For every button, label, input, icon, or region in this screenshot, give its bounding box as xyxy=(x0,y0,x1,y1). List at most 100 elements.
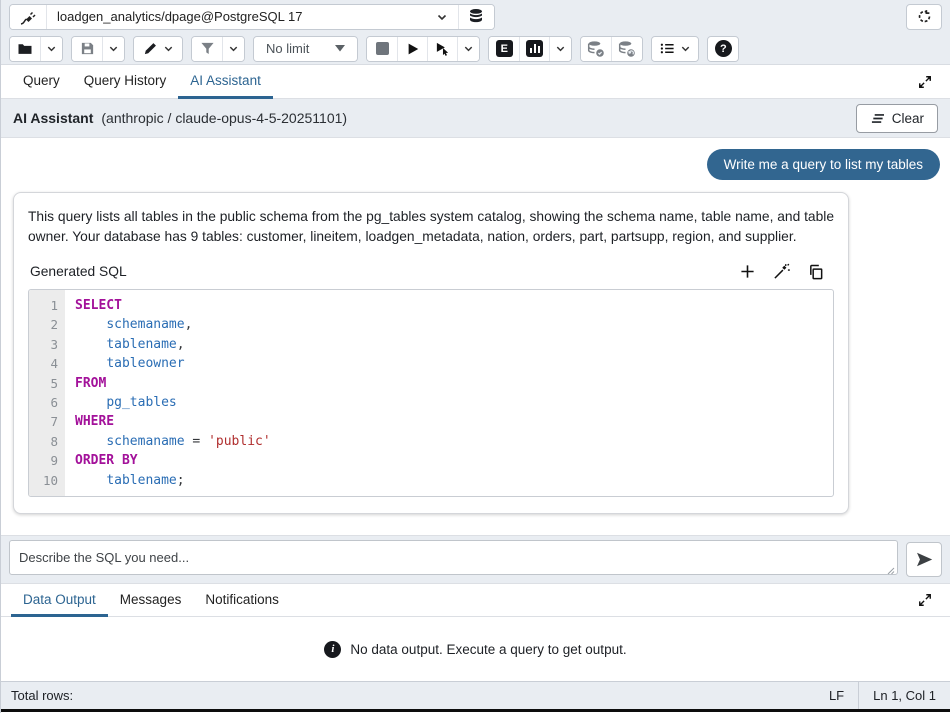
line-number: 6 xyxy=(29,393,65,412)
tab-data-output[interactable]: Data Output xyxy=(11,584,108,617)
macros-button[interactable] xyxy=(652,37,698,61)
chevron-down-icon xyxy=(163,43,174,54)
tab-messages[interactable]: Messages xyxy=(108,584,194,617)
prompt-bar xyxy=(1,535,950,583)
window-edge xyxy=(1,709,950,712)
chevron-down-icon xyxy=(436,11,448,23)
magic-wand-icon xyxy=(773,263,790,280)
query-toolbar: No limit xyxy=(1,33,950,65)
database-rollback-icon xyxy=(618,40,636,58)
execute-button[interactable] xyxy=(397,37,427,61)
execute-group xyxy=(366,36,480,62)
tab-query-history-label: Query History xyxy=(84,73,167,88)
explain-button[interactable]: E xyxy=(489,37,519,61)
code-line: pg_tables xyxy=(75,393,833,412)
cursor-position-indicator[interactable]: Ln 1, Col 1 xyxy=(859,682,950,709)
execute-menu-button[interactable] xyxy=(457,37,479,61)
code-line: tableowner xyxy=(75,354,833,373)
line-ending-indicator[interactable]: LF xyxy=(815,682,858,709)
tab-data-output-label: Data Output xyxy=(23,592,96,607)
new-connection-button[interactable] xyxy=(458,5,494,29)
line-number: 9 xyxy=(29,451,65,470)
refresh-icon xyxy=(917,9,932,24)
user-message-bubble: Write me a query to list my tables xyxy=(707,149,940,180)
code-line: schemaname = 'public' xyxy=(75,432,833,451)
help-group: ? xyxy=(707,36,739,62)
filter-menu-button[interactable] xyxy=(222,37,244,61)
connection-bar: loadgen_analytics/dpage@PostgreSQL 17 xyxy=(1,0,950,33)
open-file-menu-button[interactable] xyxy=(40,37,62,61)
filter-icon xyxy=(200,41,215,56)
prompt-input[interactable] xyxy=(9,540,898,575)
query-tabbar: Query Query History AI Assistant xyxy=(1,65,950,99)
plus-icon xyxy=(740,264,755,279)
connection-select-value: loadgen_analytics/dpage@PostgreSQL 17 xyxy=(57,9,302,24)
pencil-icon xyxy=(143,41,158,56)
explain-group: E xyxy=(488,36,572,62)
clear-chat-label: Clear xyxy=(892,111,924,126)
row-limit-select[interactable]: No limit xyxy=(254,37,357,61)
stop-icon xyxy=(376,42,389,55)
expand-panel-button[interactable] xyxy=(910,65,940,98)
data-output-panel: i No data output. Execute a query to get… xyxy=(1,617,950,681)
transaction-group xyxy=(580,36,643,62)
code-line: FROM xyxy=(75,374,833,393)
code-line: SELECT xyxy=(75,296,833,315)
tab-ai-assistant-label: AI Assistant xyxy=(190,73,261,88)
chat-area: Write me a query to list my tables This … xyxy=(1,138,950,535)
tab-notifications[interactable]: Notifications xyxy=(193,584,291,617)
stop-button[interactable] xyxy=(367,37,397,61)
insert-sql-button[interactable] xyxy=(740,264,755,279)
rollback-button[interactable] xyxy=(611,37,642,61)
save-menu-button[interactable] xyxy=(102,37,124,61)
send-icon xyxy=(916,552,933,567)
assistant-response-card: This query lists all tables in the publi… xyxy=(13,192,849,514)
empty-output-text: No data output. Execute a query to get o… xyxy=(350,642,626,657)
refresh-layout-button[interactable] xyxy=(906,4,942,30)
tab-ai-assistant[interactable]: AI Assistant xyxy=(178,65,273,99)
macros-group xyxy=(651,36,699,62)
ai-assistant-model: (anthropic / claude-opus-4-5-20251101) xyxy=(101,110,347,126)
limit-group: No limit xyxy=(253,36,358,62)
commit-button[interactable] xyxy=(581,37,611,61)
edit-group xyxy=(133,36,183,62)
chevron-down-icon xyxy=(463,43,474,54)
filter-group xyxy=(191,36,245,62)
save-button[interactable] xyxy=(72,37,102,61)
query-tool-plug-button[interactable] xyxy=(10,5,46,29)
code-line: tablename; xyxy=(75,471,833,490)
database-icon xyxy=(468,8,485,25)
sql-editor[interactable]: 12345678910 SELECT schemaname, tablename… xyxy=(28,289,834,497)
tab-query[interactable]: Query xyxy=(11,65,72,99)
output-tabbar: Data Output Messages Notifications xyxy=(1,583,950,617)
connection-select[interactable]: loadgen_analytics/dpage@PostgreSQL 17 xyxy=(46,5,458,29)
explain-analyze-button[interactable] xyxy=(519,37,549,61)
total-rows-label: Total rows: xyxy=(11,682,87,709)
line-number: 5 xyxy=(29,374,65,393)
ai-assistant-title: AI Assistant xyxy=(13,110,93,126)
folder-icon xyxy=(17,41,33,57)
save-icon xyxy=(80,41,95,56)
generated-sql-label: Generated SQL xyxy=(30,264,127,279)
clear-chat-button[interactable]: Clear xyxy=(856,104,938,133)
open-file-button[interactable] xyxy=(10,37,40,61)
query-tool-window: loadgen_analytics/dpage@PostgreSQL 17 xyxy=(0,0,950,713)
edit-button[interactable] xyxy=(134,37,182,61)
status-bar: Total rows: LF Ln 1, Col 1 xyxy=(1,681,950,709)
line-number: 7 xyxy=(29,412,65,431)
expand-output-button[interactable] xyxy=(910,584,940,616)
send-prompt-button[interactable] xyxy=(906,542,942,577)
database-commit-icon xyxy=(587,40,605,58)
tab-query-history[interactable]: Query History xyxy=(72,65,179,99)
chevron-down-icon xyxy=(680,43,691,54)
code-line: ORDER BY xyxy=(75,451,833,470)
explain-menu-button[interactable] xyxy=(549,37,571,61)
explain-icon: E xyxy=(496,40,513,57)
expand-diagonal-icon xyxy=(918,75,932,89)
help-button[interactable]: ? xyxy=(708,37,738,61)
copy-icon xyxy=(808,264,824,280)
execute-script-button[interactable] xyxy=(427,37,457,61)
replace-sql-button[interactable] xyxy=(773,263,790,280)
filter-button[interactable] xyxy=(192,37,222,61)
copy-sql-button[interactable] xyxy=(808,264,824,280)
